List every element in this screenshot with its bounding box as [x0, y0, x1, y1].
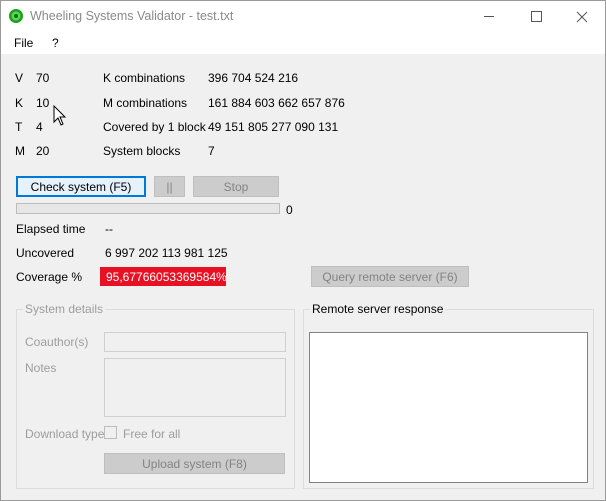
free-for-all-label: Free for all [123, 427, 181, 441]
coauthor-input[interactable] [104, 332, 286, 352]
upload-system-button[interactable]: Upload system (F8) [104, 453, 285, 474]
mouse-cursor-icon [53, 105, 67, 126]
remote-response-title: Remote server response [310, 302, 446, 316]
param-v-value: 70 [36, 71, 50, 85]
maximize-button[interactable] [513, 1, 559, 32]
system-blocks-label: System blocks [103, 144, 181, 158]
minimize-button[interactable] [466, 1, 512, 32]
uncovered-label: Uncovered [16, 246, 75, 260]
pause-button[interactable]: || [154, 176, 185, 197]
elapsed-time-label: Elapsed time [16, 222, 86, 236]
param-m-value: 20 [36, 144, 50, 158]
window-title: Wheeling Systems Validator - test.txt [30, 9, 234, 23]
stop-button[interactable]: Stop [193, 176, 279, 197]
check-system-button[interactable]: Check system (F5) [16, 176, 146, 197]
k-combinations-label: K combinations [103, 71, 186, 85]
menu-file[interactable]: File [14, 36, 33, 50]
remote-response-textbox[interactable] [309, 332, 588, 483]
system-blocks-value: 7 [208, 144, 215, 158]
notes-label: Notes [25, 361, 57, 375]
maximize-icon [530, 11, 542, 22]
menu-help[interactable]: ? [52, 36, 59, 50]
menu-bar: File ? [1, 32, 605, 54]
free-for-all-checkbox[interactable] [104, 426, 117, 439]
param-k-value: 10 [36, 96, 50, 110]
coverage-label: Coverage % [16, 270, 83, 284]
coverage-value: 95,67766053369584% [100, 267, 227, 286]
app-gear-icon [9, 9, 23, 23]
minimize-icon [483, 16, 494, 17]
query-remote-server-button[interactable]: Query remote server (F6) [311, 266, 469, 287]
m-combinations-value: 161 884 603 662 657 876 [208, 96, 345, 110]
param-m-name: M [15, 144, 25, 158]
coauthor-label: Coauthor(s) [25, 335, 89, 349]
param-k-name: K [15, 96, 24, 110]
uncovered-value: 6 997 202 113 981 125 [105, 246, 228, 260]
system-details-title: System details [23, 302, 106, 316]
title-bar: Wheeling Systems Validator - test.txt [1, 1, 605, 32]
k-combinations-value: 396 704 524 216 [208, 71, 299, 85]
app-window: Wheeling Systems Validator - test.txt Fi… [0, 0, 606, 501]
covered-by-block-value: 49 151 805 277 090 131 [208, 120, 339, 134]
download-type-label: Download type [25, 427, 105, 441]
param-t-name: T [15, 120, 23, 134]
progress-bar [16, 203, 280, 214]
param-v-name: V [15, 71, 24, 85]
close-button[interactable] [559, 1, 605, 32]
param-t-value: 4 [36, 120, 43, 134]
progress-value: 0 [286, 203, 293, 217]
elapsed-time-value: -- [105, 222, 113, 236]
notes-textarea[interactable] [104, 358, 286, 417]
covered-by-block-label: Covered by 1 block [103, 120, 206, 134]
close-icon [576, 11, 588, 22]
m-combinations-label: M combinations [103, 96, 188, 110]
